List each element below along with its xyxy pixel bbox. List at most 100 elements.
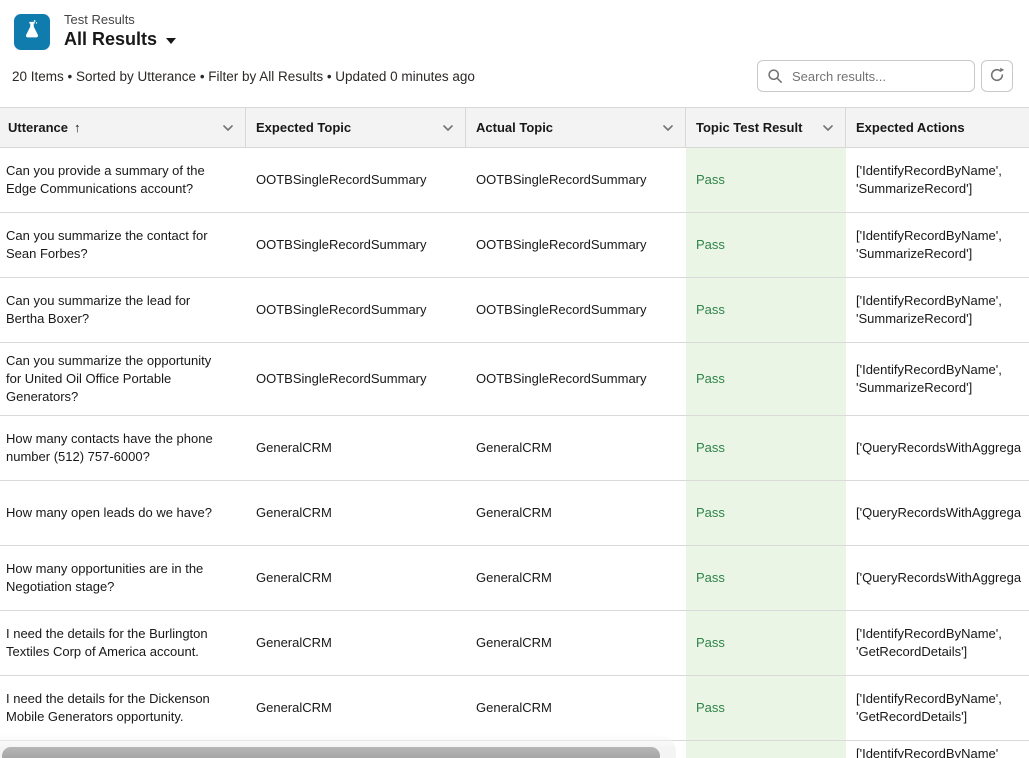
- expected-actions-text: ['IdentifyRecordByName', 'SummarizeRecor…: [856, 162, 1029, 198]
- utterance-cell: I need the details for the Dickenson Mob…: [0, 676, 246, 740]
- expected-topic-cell: OOTBSingleRecordSummary: [246, 213, 466, 277]
- app-window: Test Results All Results 20 Items • Sort…: [0, 0, 1029, 758]
- column-header-actual-topic[interactable]: Actual Topic: [466, 108, 686, 147]
- expected-topic-cell: GeneralCRM: [246, 546, 466, 610]
- table-row[interactable]: Can you summarize the contact for Sean F…: [0, 213, 1029, 278]
- result-cell: [686, 741, 846, 758]
- table-row[interactable]: Can you provide a summary of the Edge Co…: [0, 148, 1029, 213]
- page-header: Test Results All Results: [0, 0, 1029, 50]
- table-row[interactable]: I need the details for the Burlington Te…: [0, 611, 1029, 676]
- toolbar-controls: [757, 60, 1013, 92]
- expected-topic-cell: OOTBSingleRecordSummary: [246, 343, 466, 415]
- table-row[interactable]: How many opportunities are in the Negoti…: [0, 546, 1029, 611]
- expected-actions-cell: ['QueryRecordsWithAggrega: [846, 546, 1029, 610]
- expected-actions-cell: ['IdentifyRecordByName', 'SummarizeRecor…: [846, 343, 1029, 415]
- column-header-expected-topic[interactable]: Expected Topic: [246, 108, 466, 147]
- table-row[interactable]: How many contacts have the phone number …: [0, 416, 1029, 481]
- test-results-object-icon-tile: [14, 14, 50, 50]
- entity-label: Test Results: [64, 12, 176, 27]
- utterance-cell: Can you summarize the opportunity for Un…: [0, 343, 246, 415]
- column-label: Topic Test Result: [696, 120, 802, 135]
- actual-topic-cell: GeneralCRM: [466, 611, 686, 675]
- result-cell: Pass: [686, 213, 846, 277]
- result-cell: Pass: [686, 546, 846, 610]
- chevron-down-icon[interactable]: [653, 121, 675, 135]
- expected-actions-cell: ['QueryRecordsWithAggrega: [846, 416, 1029, 480]
- table-row[interactable]: Can you summarize the lead for Bertha Bo…: [0, 278, 1029, 343]
- utterance-cell: Can you provide a summary of the Edge Co…: [0, 148, 246, 212]
- expected-actions-cell: ['QueryRecordsWithAggrega: [846, 481, 1029, 545]
- column-label: Expected Actions: [856, 120, 965, 135]
- utterance-cell: How many contacts have the phone number …: [0, 416, 246, 480]
- expected-actions-cell: ['IdentifyRecordByName', 'SummarizeRecor…: [846, 278, 1029, 342]
- chevron-down-icon[interactable]: [813, 121, 835, 135]
- actual-topic-cell: GeneralCRM: [466, 546, 686, 610]
- table-row[interactable]: How many open leads do we have? GeneralC…: [0, 481, 1029, 546]
- chevron-down-icon[interactable]: [213, 121, 235, 135]
- utterance-cell: How many opportunities are in the Negoti…: [0, 546, 246, 610]
- expected-actions-text: ['IdentifyRecordByName', 'GetRecordDetai…: [856, 690, 1029, 726]
- expected-actions-cell: ['IdentifyRecordByName', 'GetRecordDetai…: [846, 676, 1029, 740]
- sort-ascending-icon: ↑: [74, 120, 81, 135]
- column-header-topic-test-result[interactable]: Topic Test Result: [686, 108, 846, 147]
- result-cell: Pass: [686, 278, 846, 342]
- table-row[interactable]: I need the details for the Dickenson Mob…: [0, 676, 1029, 741]
- actual-topic-cell: OOTBSingleRecordSummary: [466, 148, 686, 212]
- result-cell: Pass: [686, 416, 846, 480]
- expected-actions-text: ['IdentifyRecordByName', 'GetRecordDetai…: [856, 625, 1029, 661]
- list-toolbar: 20 Items • Sorted by Utterance • Filter …: [0, 60, 1029, 92]
- column-header-utterance[interactable]: Utterance ↑: [0, 108, 246, 147]
- utterance-cell: How many open leads do we have?: [0, 481, 246, 545]
- expected-actions-cell: ['IdentifyRecordByName', 'SummarizeRecor…: [846, 213, 1029, 277]
- utterance-cell: Can you summarize the lead for Bertha Bo…: [0, 278, 246, 342]
- expected-topic-cell: GeneralCRM: [246, 481, 466, 545]
- refresh-button[interactable]: [981, 60, 1013, 92]
- expected-actions-cell: ['IdentifyRecordByName': [846, 741, 1029, 758]
- table-body: Can you provide a summary of the Edge Co…: [0, 148, 1029, 758]
- title-block: Test Results All Results: [64, 12, 176, 50]
- refresh-icon: [989, 67, 1005, 86]
- column-header-expected-actions[interactable]: Expected Actions: [846, 108, 1029, 147]
- search-box: [757, 60, 975, 92]
- expected-topic-cell: OOTBSingleRecordSummary: [246, 148, 466, 212]
- result-cell: Pass: [686, 481, 846, 545]
- column-label: Utterance: [8, 120, 68, 135]
- list-view-name: All Results: [64, 29, 157, 50]
- actual-topic-cell: GeneralCRM: [466, 416, 686, 480]
- expected-actions-cell: ['IdentifyRecordByName', 'GetRecordDetai…: [846, 611, 1029, 675]
- expected-topic-cell: GeneralCRM: [246, 416, 466, 480]
- actual-topic-cell: OOTBSingleRecordSummary: [466, 343, 686, 415]
- expected-actions-text: ['QueryRecordsWithAggrega: [856, 504, 1021, 522]
- result-cell: Pass: [686, 611, 846, 675]
- utterance-cell: Can you summarize the contact for Sean F…: [0, 213, 246, 277]
- expected-actions-text: ['IdentifyRecordByName', 'SummarizeRecor…: [856, 227, 1029, 263]
- list-summary: 20 Items • Sorted by Utterance • Filter …: [12, 69, 475, 84]
- expected-actions-text: ['QueryRecordsWithAggrega: [856, 569, 1021, 587]
- column-label: Expected Topic: [256, 120, 351, 135]
- expected-actions-cell: ['IdentifyRecordByName', 'SummarizeRecor…: [846, 148, 1029, 212]
- expected-topic-cell: OOTBSingleRecordSummary: [246, 278, 466, 342]
- chevron-down-icon[interactable]: [433, 121, 455, 135]
- expected-actions-text: ['QueryRecordsWithAggrega: [856, 439, 1021, 457]
- result-cell: Pass: [686, 676, 846, 740]
- results-table: Utterance ↑ Expected Topic Actual Topic: [0, 107, 1029, 758]
- horizontal-scrollbar-thumb[interactable]: [2, 747, 660, 758]
- actual-topic-cell: GeneralCRM: [466, 481, 686, 545]
- utterance-cell: I need the details for the Burlington Te…: [0, 611, 246, 675]
- expected-actions-text: ['IdentifyRecordByName', 'SummarizeRecor…: [856, 292, 1029, 328]
- list-view-selector[interactable]: All Results: [64, 29, 176, 50]
- table-header-row: Utterance ↑ Expected Topic Actual Topic: [0, 108, 1029, 148]
- expected-actions-text: ['IdentifyRecordByName', 'SummarizeRecor…: [856, 361, 1029, 397]
- actual-topic-cell: OOTBSingleRecordSummary: [466, 278, 686, 342]
- result-cell: Pass: [686, 343, 846, 415]
- expected-topic-cell: GeneralCRM: [246, 611, 466, 675]
- expected-actions-text: ['IdentifyRecordByName': [856, 745, 998, 758]
- result-cell: Pass: [686, 148, 846, 212]
- actual-topic-cell: OOTBSingleRecordSummary: [466, 213, 686, 277]
- column-label: Actual Topic: [476, 120, 553, 135]
- search-input[interactable]: [757, 60, 975, 92]
- flask-icon: [21, 19, 43, 46]
- expected-topic-cell: GeneralCRM: [246, 676, 466, 740]
- actual-topic-cell: GeneralCRM: [466, 676, 686, 740]
- table-row[interactable]: Can you summarize the opportunity for Un…: [0, 343, 1029, 416]
